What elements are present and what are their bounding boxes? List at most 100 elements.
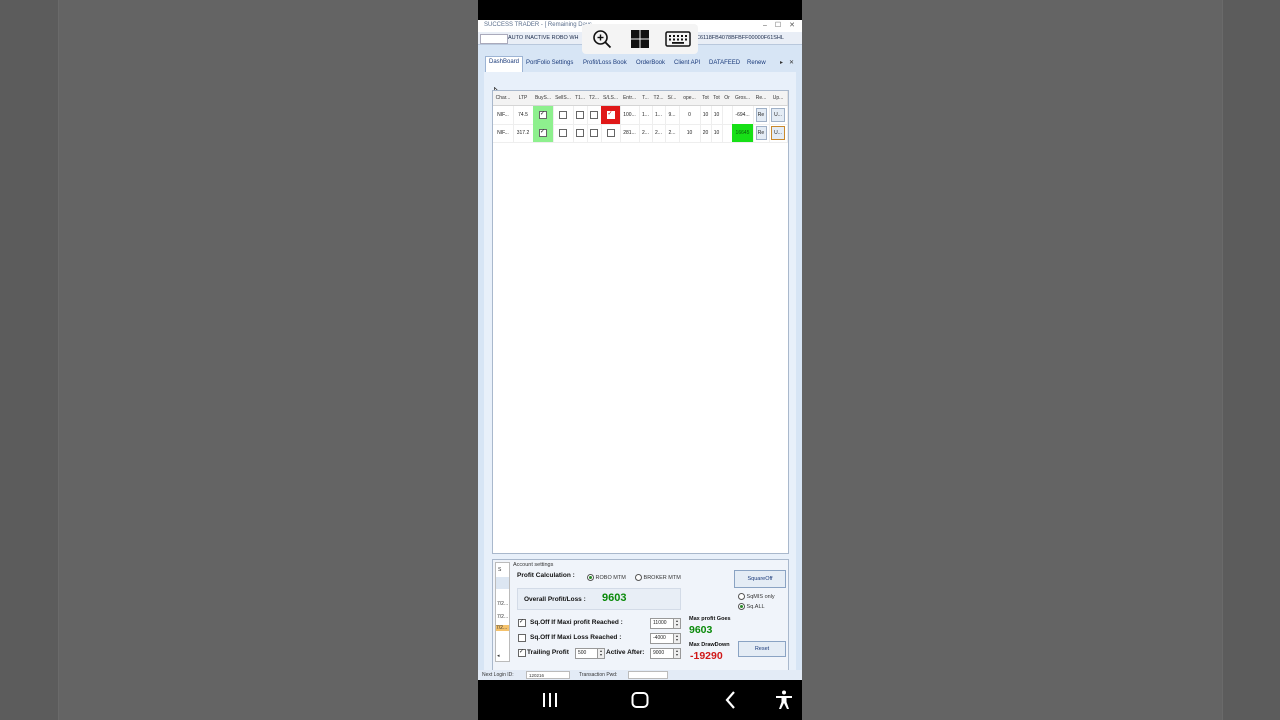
re-button[interactable]: Re	[755, 107, 767, 122]
windows-icon[interactable]	[629, 28, 651, 50]
back-icon[interactable]	[719, 688, 743, 712]
tab-portfolio-settings[interactable]: PortFolio Settings	[523, 58, 576, 68]
sell-checkbox[interactable]	[559, 110, 567, 119]
col-header-t[interactable]: T...	[639, 91, 653, 106]
t2-checkbox[interactable]	[590, 128, 598, 137]
cell-t1[interactable]	[573, 106, 588, 125]
active-after-input[interactable]: 9000	[650, 648, 674, 659]
robo-mtm-option[interactable]: ROBO MTM	[587, 574, 626, 581]
trailing-profit-spinner[interactable]: ▴ ▾	[597, 648, 605, 659]
update-button[interactable]: U...	[771, 125, 785, 140]
col-header-ltp[interactable]: LTP	[513, 91, 534, 106]
max-loss-input[interactable]: -4000	[650, 633, 674, 644]
cell-up[interactable]: U...	[769, 106, 788, 125]
sell-checkbox[interactable]	[559, 128, 567, 137]
broker-mtm-radio[interactable]	[635, 574, 642, 581]
cell-open: 10	[679, 124, 701, 143]
square-off-button[interactable]: SquareOff	[734, 570, 786, 588]
cell-sell[interactable]	[553, 124, 574, 143]
keyboard-icon[interactable]	[665, 28, 691, 50]
overall-pl-box: Overall Profit/Loss : 9603	[517, 588, 681, 610]
max-loss-spinner[interactable]: ▴ ▾	[673, 633, 681, 644]
active-after-spinner[interactable]: ▴ ▾	[673, 648, 681, 659]
close-icon[interactable]: ✕	[789, 22, 798, 29]
transaction-pwd-label: Transaction Pwd:	[579, 672, 618, 678]
col-header-sell[interactable]: SellS...	[553, 91, 574, 106]
re-button[interactable]: Re	[755, 125, 767, 140]
cell-t1[interactable]	[573, 124, 588, 143]
app-window: SUCCESS TRADER - [ Remaining Days ‒ ☐ ✕ …	[478, 20, 802, 680]
list-header-bar	[496, 577, 509, 589]
col-header-t2[interactable]: T2...	[587, 91, 602, 106]
broker-mtm-option[interactable]: BROKER MTM	[635, 574, 681, 581]
update-button[interactable]: U...	[771, 107, 785, 122]
tab-datafeed[interactable]: DATAFEED	[706, 58, 743, 68]
reset-button[interactable]: Reset	[738, 641, 786, 657]
robo-input[interactable]	[480, 34, 508, 44]
tab-profit-loss-book[interactable]: Profit/Loss Book	[580, 58, 630, 68]
sqmis-radio[interactable]	[738, 593, 745, 600]
list-item[interactable]: 7/2...	[497, 601, 508, 607]
recent-apps-icon[interactable]	[538, 688, 562, 712]
max-loss-checkbox[interactable]	[518, 634, 526, 642]
col-header-up[interactable]: Up...	[769, 91, 788, 106]
cell-re[interactable]: Re	[753, 106, 770, 125]
window-controls[interactable]: ‒ ☐ ✕	[763, 21, 798, 29]
buy-checkbox[interactable]	[539, 128, 547, 137]
trailing-profit-checkbox[interactable]	[518, 648, 526, 657]
robo-mtm-radio[interactable]	[587, 574, 594, 581]
col-header-re[interactable]: Re...	[753, 91, 770, 106]
buy-checkbox[interactable]	[539, 110, 547, 119]
cell-buy[interactable]	[533, 106, 554, 125]
cell-up[interactable]: U...	[769, 124, 788, 143]
cell-s: 2...	[665, 124, 680, 143]
col-header-gross[interactable]: Gros...	[732, 91, 754, 106]
tab-scroll-icon[interactable]: ▸	[780, 59, 783, 66]
home-icon[interactable]	[628, 688, 652, 712]
transaction-pwd-field[interactable]	[628, 671, 668, 679]
cell-sell[interactable]	[553, 106, 574, 125]
cell-sl[interactable]	[601, 124, 621, 143]
col-header-char[interactable]: Char...	[493, 91, 514, 106]
minimize-icon[interactable]: ‒	[763, 22, 770, 29]
t1-checkbox[interactable]	[576, 128, 584, 137]
t2-checkbox[interactable]	[590, 110, 598, 119]
sqall-option[interactable]: Sq.ALL	[738, 603, 765, 610]
tab-dashboard[interactable]: DashBoard	[485, 56, 524, 73]
next-login-field[interactable]: 120216	[526, 671, 570, 679]
col-header-buy[interactable]: BuyS...	[533, 91, 554, 106]
tab-client-api[interactable]: Client API	[671, 58, 703, 68]
max-profit-input[interactable]: 11000	[650, 618, 674, 629]
zoom-in-icon[interactable]	[591, 28, 613, 50]
sl-checkbox[interactable]	[606, 110, 615, 119]
accessibility-icon[interactable]	[772, 688, 796, 712]
tab-orderbook[interactable]: OrderBook	[633, 58, 668, 68]
col-header-t1[interactable]: T1...	[573, 91, 588, 106]
sqmis-option[interactable]: SqMIS only	[738, 593, 775, 600]
tab-close-icon[interactable]: ✕	[789, 59, 794, 66]
col-header-s[interactable]: S/...	[665, 91, 680, 106]
t1-checkbox[interactable]	[576, 110, 584, 119]
col-header-sl[interactable]: S/LS...	[601, 91, 621, 106]
scroll-left-icon[interactable]: ◂	[497, 653, 500, 659]
sl-checkbox[interactable]	[606, 128, 615, 137]
cell-t2[interactable]	[587, 106, 602, 125]
col-header-t2b[interactable]: T2...	[652, 91, 666, 106]
trade-date-list[interactable]: S 7/2... 7/2... 7/2... ◂	[495, 562, 510, 662]
cell-re[interactable]: Re	[753, 124, 770, 143]
tab-renew[interactable]: Renew	[744, 58, 769, 68]
cell-sl[interactable]	[601, 106, 621, 125]
maximize-icon[interactable]: ☐	[775, 22, 784, 29]
cell-t: 2...	[639, 124, 653, 143]
list-item[interactable]: 7/2...	[496, 625, 509, 631]
max-profit-checkbox[interactable]	[518, 618, 526, 627]
max-profit-spinner[interactable]: ▴ ▾	[673, 618, 681, 629]
sqall-radio[interactable]	[738, 603, 745, 610]
cell-buy[interactable]	[533, 124, 554, 143]
cell-t2[interactable]	[587, 124, 602, 143]
col-header-entry[interactable]: Entr...	[620, 91, 640, 106]
col-header-open[interactable]: ope...	[679, 91, 701, 106]
trailing-profit-input[interactable]: 500	[575, 648, 599, 659]
cell-t: 1...	[639, 106, 653, 125]
list-item[interactable]: 7/2...	[497, 614, 508, 620]
